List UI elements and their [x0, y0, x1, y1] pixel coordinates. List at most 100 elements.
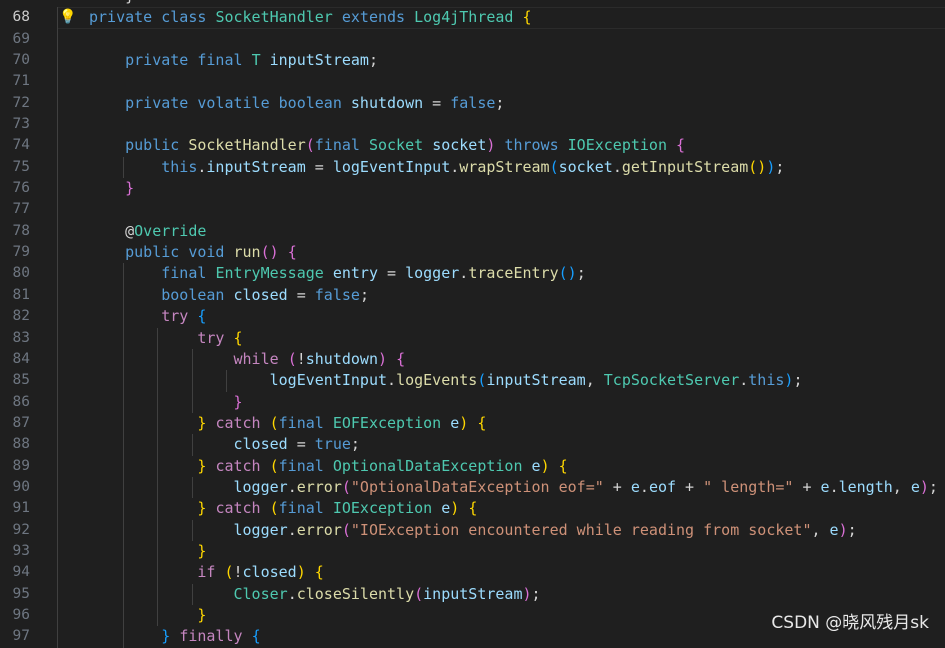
code-token: { [233, 328, 243, 347]
code-text: } [89, 0, 134, 7]
code-text: logEventInput.logEvents(inputStream, Tcp… [89, 370, 803, 391]
code-line[interactable]: 77 [0, 199, 945, 221]
code-token: } [125, 179, 135, 198]
code-line[interactable]: 79 public void run() { [0, 242, 945, 264]
code-line[interactable]: 84 while (!shutdown) { [0, 348, 945, 371]
code-line[interactable]: 88 closed = true; [0, 434, 945, 456]
code-token: ) [296, 563, 306, 582]
code-line[interactable]: 95 Closer.closeSilently(inputStream); [0, 583, 945, 605]
code-token: , [892, 477, 911, 496]
code-text: Closer.closeSilently(inputStream); [89, 584, 541, 605]
code-token: e [630, 477, 640, 496]
indent-guide [57, 455, 58, 477]
code-line[interactable]: 70 private final T inputStream; [0, 50, 945, 72]
watermark: CSDN @晓风残月sk [771, 613, 929, 633]
code-token: ) [378, 349, 388, 368]
code-line[interactable]: 78 @Override [0, 220, 945, 243]
code-line[interactable]: 73 [0, 114, 945, 136]
line-number: 80 [12, 265, 30, 282]
code-token: ; [928, 477, 938, 496]
code-line[interactable]: 67 } [0, 0, 945, 7]
code-token: OptionalDataException [332, 456, 523, 475]
code-line[interactable]: 68 💡 private class SocketHandler extends L… [0, 7, 945, 30]
indent-guide [57, 135, 58, 157]
line-number: 83 [12, 329, 30, 346]
code-token: ( [269, 456, 279, 475]
code-line[interactable]: 76 } [0, 178, 945, 200]
code-token: ; [531, 584, 541, 603]
code-line[interactable]: 82 try { [0, 306, 945, 328]
code-token: Override [134, 221, 207, 240]
code-token: extends [341, 8, 406, 27]
code-line[interactable]: 74 public SocketHandler(final Socket soc… [0, 135, 945, 157]
code-line[interactable]: 91 } catch (final IOException e) { [0, 498, 945, 520]
code-text: logger.error("OptionalDataException eof=… [89, 477, 938, 498]
code-token: finally [179, 627, 243, 646]
code-token: TcpSocketServer [603, 371, 740, 390]
code-token: . [459, 264, 469, 283]
code-line[interactable]: 71 [0, 71, 945, 93]
line-number: 91 [12, 500, 30, 517]
code-line[interactable]: 85 logEventInput.logEvents(inputStream, … [0, 370, 945, 392]
code-line[interactable]: 92 logger.error("IOException encountered… [0, 519, 945, 541]
code-line[interactable]: 89 } catch (final OptionalDataException … [0, 455, 945, 477]
code-token: entry [332, 264, 378, 283]
code-editor[interactable]: 67 } 68 💡 private class SocketHandler exten… [0, 0, 945, 648]
indent-guide [57, 178, 58, 200]
code-token: . [612, 157, 622, 176]
code-line[interactable]: 90 logger.error("OptionalDataException e… [0, 476, 945, 499]
code-line[interactable]: 83 try { [0, 327, 945, 349]
code-token: . [739, 371, 749, 390]
code-token: inputStream [423, 584, 523, 603]
code-line[interactable]: 72 private volatile boolean shutdown = f… [0, 92, 945, 115]
code-line[interactable]: 75 this.inputStream = logEventInput.wrap… [0, 156, 945, 179]
code-token: () [260, 243, 279, 262]
code-token: run [233, 243, 261, 262]
code-token: ( [341, 477, 351, 496]
code-token: void [188, 243, 225, 262]
code-line[interactable]: 69 [0, 28, 945, 51]
code-token: ( [549, 157, 559, 176]
line-number: 93 [12, 542, 30, 559]
code-line[interactable]: 94 if (!closed) { [0, 562, 945, 584]
code-token: ; [368, 51, 378, 70]
code-line[interactable]: 86 } [0, 391, 945, 413]
code-token: SocketHandler [188, 136, 306, 155]
code-token: { [197, 307, 207, 326]
line-number: 89 [12, 457, 30, 474]
code-token: @ [89, 221, 135, 240]
code-token: { [522, 8, 532, 27]
code-text: private final T inputStream; [89, 50, 378, 71]
code-text: public void run() { [89, 242, 297, 263]
code-line[interactable]: 80 final EntryMessage entry = logger.tra… [0, 263, 945, 285]
code-token: + [676, 477, 704, 496]
code-token: false [450, 93, 496, 112]
line-number: 94 [12, 564, 30, 581]
code-token: logEvents [396, 371, 478, 390]
code-token: ! [233, 563, 243, 582]
line-number: 96 [12, 606, 30, 623]
code-line[interactable]: 81 boolean closed = false; [0, 284, 945, 307]
code-token: logger [233, 520, 288, 539]
code-text: } [89, 605, 206, 626]
code-line[interactable]: 93 } [0, 540, 945, 563]
code-token: = [287, 285, 315, 304]
code-token: () [558, 264, 577, 283]
code-token: . [639, 477, 649, 496]
lightbulb-icon[interactable]: 💡 [59, 10, 76, 25]
line-number: 68 [12, 9, 30, 26]
line-number: 97 [12, 628, 30, 645]
code-line[interactable]: 87 } catch (final EOFException e) { [0, 412, 945, 435]
